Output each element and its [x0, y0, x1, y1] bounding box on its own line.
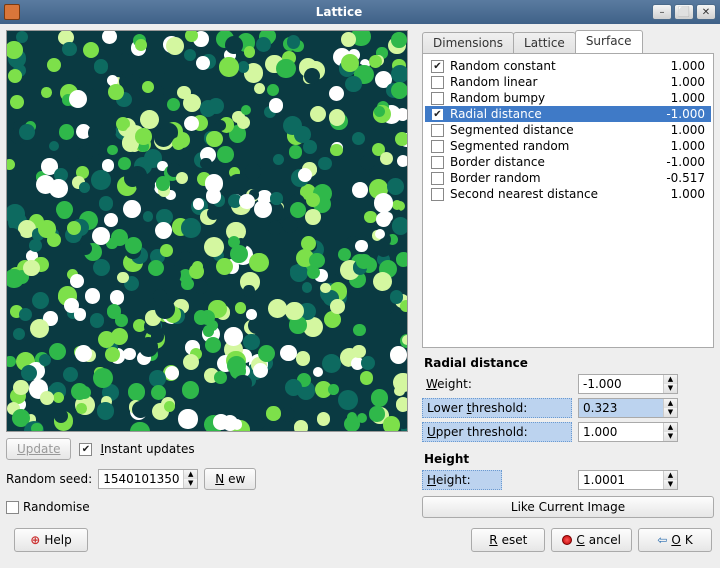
- surface-item-value: 1.000: [671, 91, 705, 105]
- titlebar: Lattice – ⬜ ✕: [0, 0, 720, 24]
- surface-item-label: Random bumpy: [450, 91, 545, 105]
- height-input[interactable]: ▲▼: [578, 470, 678, 490]
- ok-button[interactable]: ⇦OK: [638, 528, 712, 552]
- surface-item-label: Random linear: [450, 75, 537, 89]
- surface-item-value: 1.000: [671, 187, 705, 201]
- preview-image: [6, 30, 408, 432]
- reset-button[interactable]: Reset: [471, 528, 545, 552]
- instant-updates-checkbox[interactable]: [79, 443, 92, 456]
- height-label: Height:: [422, 470, 502, 490]
- lower-threshold-input[interactable]: ▲▼: [578, 398, 678, 418]
- surface-item-checkbox[interactable]: [431, 76, 444, 89]
- surface-item-label: Border random: [450, 171, 541, 185]
- maximize-button[interactable]: ⬜: [674, 4, 694, 20]
- random-seed-input[interactable]: ▲▼: [98, 469, 198, 489]
- upper-threshold-input[interactable]: ▲▼: [578, 422, 678, 442]
- random-seed-label: Random seed:: [6, 472, 92, 486]
- surface-item-value: 1.000: [671, 123, 705, 137]
- help-icon: ⊕: [30, 533, 40, 547]
- radial-section-header: Radial distance: [424, 356, 714, 370]
- stop-icon: [562, 535, 572, 545]
- ok-icon: ⇦: [657, 533, 667, 547]
- surface-item-label: Radial distance: [450, 107, 542, 121]
- spin-down-icon[interactable]: ▼: [184, 479, 197, 488]
- close-button[interactable]: ✕: [696, 4, 716, 20]
- surface-item-checkbox[interactable]: [431, 108, 444, 121]
- randomise-label: Randomise: [23, 500, 90, 514]
- window-title: Lattice: [26, 5, 652, 19]
- new-seed-button[interactable]: New: [204, 468, 256, 490]
- surface-item-6[interactable]: Border distance -1.000: [425, 154, 711, 170]
- surface-item-5[interactable]: Segmented random 1.000: [425, 138, 711, 154]
- surface-item-4[interactable]: Segmented distance 1.000: [425, 122, 711, 138]
- surface-item-label: Segmented distance: [450, 123, 574, 137]
- tab-surface[interactable]: Surface: [575, 30, 643, 53]
- surface-item-value: 1.000: [671, 59, 705, 73]
- surface-item-8[interactable]: Second nearest distance 1.000: [425, 186, 711, 202]
- surface-item-checkbox[interactable]: [431, 188, 444, 201]
- weight-input[interactable]: ▲▼: [578, 374, 678, 394]
- lower-threshold-label: Lower threshold:: [422, 398, 572, 418]
- surface-item-checkbox[interactable]: [431, 172, 444, 185]
- minimize-button[interactable]: –: [652, 4, 672, 20]
- tab-dimensions[interactable]: Dimensions: [422, 32, 514, 53]
- surface-item-label: Border distance: [450, 155, 545, 169]
- surface-item-label: Segmented random: [450, 139, 569, 153]
- surface-item-1[interactable]: Random linear 1.000: [425, 74, 711, 90]
- tab-lattice[interactable]: Lattice: [513, 32, 576, 53]
- tabs: Dimensions Lattice Surface: [422, 30, 714, 53]
- surface-item-value: 1.000: [671, 75, 705, 89]
- surface-item-2[interactable]: Random bumpy 1.000: [425, 90, 711, 106]
- weight-label: Weight:: [422, 375, 572, 393]
- update-button[interactable]: Update: [6, 438, 71, 460]
- help-button[interactable]: ⊕Help: [14, 528, 88, 552]
- surface-item-7[interactable]: Border random -0.517: [425, 170, 711, 186]
- surface-item-checkbox[interactable]: [431, 60, 444, 73]
- instant-updates-label: Instant updates: [100, 442, 194, 456]
- surface-item-checkbox[interactable]: [431, 124, 444, 137]
- surface-item-checkbox[interactable]: [431, 140, 444, 153]
- surface-item-value: -0.517: [666, 171, 705, 185]
- surface-item-value: -1.000: [666, 107, 705, 121]
- like-current-image-button[interactable]: Like Current Image: [422, 496, 714, 518]
- surface-item-checkbox[interactable]: [431, 156, 444, 169]
- randomise-checkbox[interactable]: [6, 501, 19, 514]
- surface-list[interactable]: Random constant1.000Random linear1.000Ra…: [425, 58, 711, 202]
- surface-item-3[interactable]: Radial distance -1.000: [425, 106, 711, 122]
- height-section-header: Height: [424, 452, 714, 466]
- cancel-button[interactable]: Cancel: [551, 528, 632, 552]
- app-icon: [4, 4, 20, 20]
- tab-body: Random constant1.000Random linear1.000Ra…: [422, 53, 714, 348]
- surface-item-checkbox[interactable]: [431, 92, 444, 105]
- spin-up-icon[interactable]: ▲: [184, 470, 197, 479]
- surface-item-value: 1.000: [671, 139, 705, 153]
- surface-item-0[interactable]: Random constant 1.000: [425, 58, 711, 74]
- surface-item-value: -1.000: [666, 155, 705, 169]
- surface-item-label: Random constant: [450, 59, 556, 73]
- surface-item-label: Second nearest distance: [450, 187, 598, 201]
- upper-threshold-label: Upper threshold:: [422, 422, 572, 442]
